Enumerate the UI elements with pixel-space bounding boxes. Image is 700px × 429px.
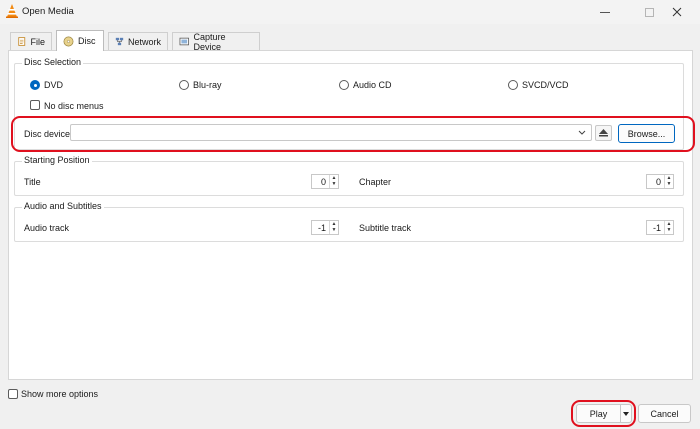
- tab-disc[interactable]: Disc: [56, 30, 104, 51]
- minimize-icon: [600, 11, 610, 13]
- no-disc-menus-checkbox[interactable]: [30, 100, 40, 110]
- tab-capture-device-label: Capture Device: [193, 31, 226, 52]
- tab-network-label: Network: [127, 36, 161, 47]
- audio-track-label: Audio track: [24, 223, 70, 233]
- disc-selection-label: Disc Selection: [22, 57, 84, 67]
- maximize-icon: [644, 7, 654, 17]
- spin-down-icon[interactable]: ▼: [665, 182, 673, 189]
- disc-icon: [63, 36, 74, 46]
- close-button[interactable]: [654, 0, 700, 24]
- radio-dvd-label: DVD: [44, 80, 64, 90]
- starting-position-group: [14, 161, 684, 196]
- show-more-options-label: Show more options: [21, 389, 99, 399]
- radio-blu-ray-label: Blu-ray: [193, 80, 222, 90]
- vlc-cone-icon: [6, 4, 18, 18]
- play-split-button[interactable]: Play: [576, 404, 632, 423]
- starting-position-label: Starting Position: [22, 155, 92, 165]
- tab-network[interactable]: Network: [108, 32, 168, 50]
- subtitle-track-label: Subtitle track: [359, 223, 412, 233]
- radio-svcd-vcd[interactable]: [508, 80, 518, 90]
- tab-file[interactable]: File: [10, 32, 52, 50]
- eject-icon: [599, 129, 608, 137]
- title-label: Title: [24, 177, 41, 187]
- chapter-value: 0: [655, 176, 661, 187]
- close-icon: [672, 7, 682, 17]
- file-icon: [18, 37, 26, 46]
- radio-blu-ray[interactable]: [179, 80, 189, 90]
- radio-audio-cd-label: Audio CD: [353, 80, 392, 90]
- tab-disc-label: Disc: [78, 36, 96, 46]
- spin-down-icon[interactable]: ▼: [330, 182, 338, 189]
- play-dropdown-button[interactable]: [620, 405, 631, 422]
- tab-capture-device[interactable]: Capture Device: [172, 31, 260, 52]
- spin-down-icon[interactable]: ▼: [665, 228, 673, 235]
- title-spinbox[interactable]: 0 ▲ ▼: [311, 174, 339, 189]
- title-value: 0: [320, 176, 326, 187]
- chapter-spinbox[interactable]: 0 ▲ ▼: [646, 174, 674, 189]
- eject-button[interactable]: [595, 125, 612, 141]
- audio-subtitles-label: Audio and Subtitles: [22, 201, 104, 211]
- audio-track-spinbox[interactable]: -1 ▲ ▼: [311, 220, 339, 235]
- network-icon: [115, 37, 124, 46]
- audio-subtitles-group: [14, 207, 684, 242]
- chevron-down-icon: [578, 130, 586, 135]
- window-title: Open Media: [22, 6, 74, 17]
- tab-file-label: File: [30, 36, 45, 47]
- show-more-options-checkbox[interactable]: [8, 389, 18, 399]
- radio-svcd-vcd-label: SVCD/VCD: [522, 80, 569, 90]
- chapter-label: Chapter: [359, 177, 392, 187]
- capture-device-icon: [179, 37, 189, 46]
- disc-device-combo[interactable]: [70, 124, 592, 141]
- spin-down-icon[interactable]: ▼: [330, 228, 338, 235]
- minimize-button[interactable]: [582, 0, 628, 24]
- cancel-button[interactable]: Cancel: [638, 404, 691, 423]
- no-disc-menus-label: No disc menus: [44, 101, 104, 111]
- disc-device-label: Disc device: [24, 129, 71, 139]
- audio-track-value: -1: [317, 222, 326, 233]
- radio-audio-cd[interactable]: [339, 80, 349, 90]
- subtitle-track-spinbox[interactable]: -1 ▲ ▼: [646, 220, 674, 235]
- subtitle-track-value: -1: [652, 222, 661, 233]
- radio-dvd[interactable]: [30, 80, 40, 90]
- browse-button[interactable]: Browse...: [618, 124, 675, 143]
- play-button[interactable]: Play: [577, 405, 620, 422]
- caret-down-icon: [623, 411, 629, 416]
